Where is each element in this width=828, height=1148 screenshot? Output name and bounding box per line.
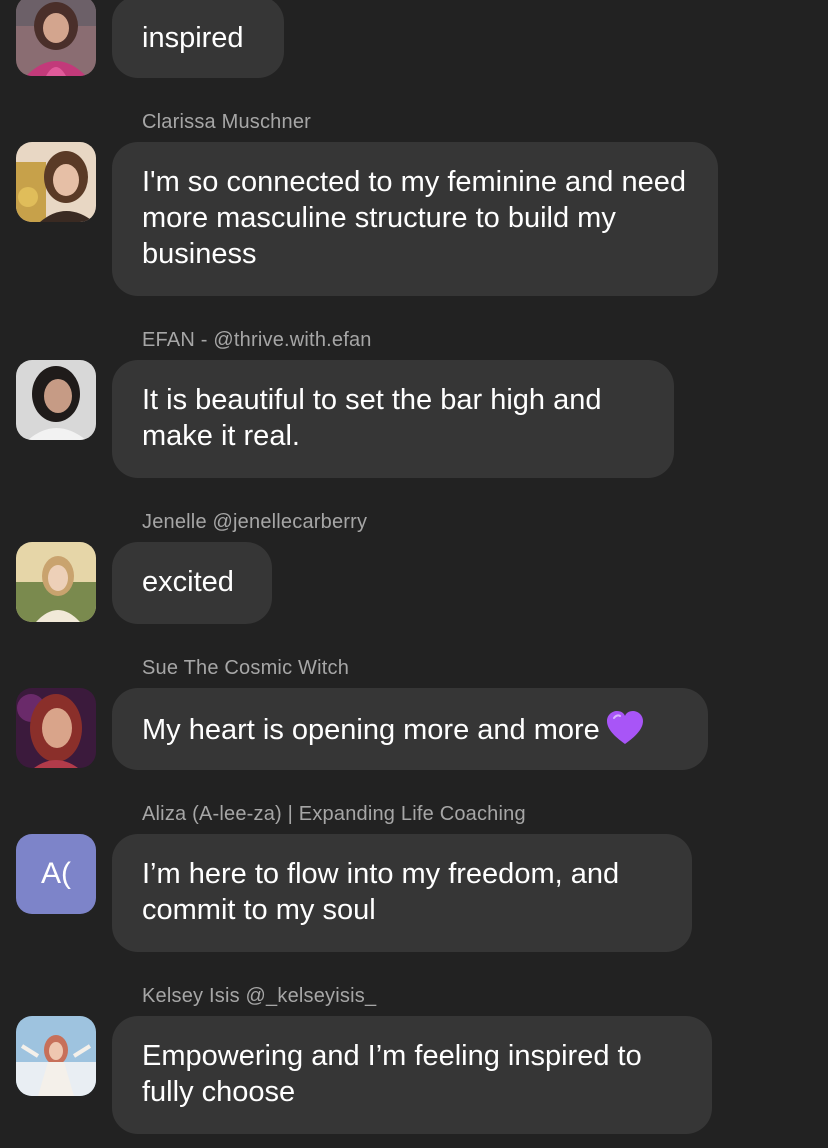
avatar[interactable] (16, 0, 96, 76)
avatar[interactable] (16, 542, 96, 622)
message-bubble[interactable]: excited (112, 542, 272, 624)
chat-message-list[interactable]: inspired Clarissa Muschner I'm so connec… (0, 0, 828, 1148)
sender-name: EFAN - @thrive.with.efan (142, 329, 372, 351)
message-bubble[interactable]: Empowering and I’m feeling inspired to f… (112, 1016, 712, 1134)
sender-name: Kelsey Isis @_kelseyisis_ (142, 985, 377, 1007)
message-text: It is beautiful to set the bar high and … (142, 384, 602, 452)
sender-name: Sue The Cosmic Witch (142, 657, 350, 679)
avatar[interactable]: A( (16, 834, 96, 914)
purple-heart-icon (606, 711, 643, 744)
sender-name: Jenelle @jenellecarberry (142, 511, 368, 533)
avatar[interactable] (16, 1016, 96, 1096)
message-bubble[interactable]: I’m here to flow into my freedom, and co… (112, 834, 692, 952)
message-bubble[interactable]: inspired (112, 0, 284, 78)
sender-name: Aliza (A-lee-za) | Expanding Life Coachi… (142, 803, 526, 825)
message-text: My heart is opening more and more (142, 710, 678, 748)
message-text: I'm so connected to my feminine and need… (142, 166, 686, 270)
message-text: inspired (142, 22, 244, 54)
avatar[interactable] (16, 688, 96, 768)
avatar[interactable] (16, 360, 96, 440)
sender-name: Clarissa Muschner (142, 111, 312, 133)
message-text: I’m here to flow into my freedom, and co… (142, 858, 620, 926)
message-bubble[interactable]: I'm so connected to my feminine and need… (112, 142, 718, 296)
message-bubble[interactable]: It is beautiful to set the bar high and … (112, 360, 674, 478)
message-text: excited (142, 566, 234, 598)
message-bubble[interactable]: My heart is opening more and more (112, 688, 708, 770)
message-text: Empowering and I’m feeling inspired to f… (142, 1040, 642, 1108)
avatar-initials: A( (41, 857, 71, 890)
avatar[interactable] (16, 142, 96, 222)
